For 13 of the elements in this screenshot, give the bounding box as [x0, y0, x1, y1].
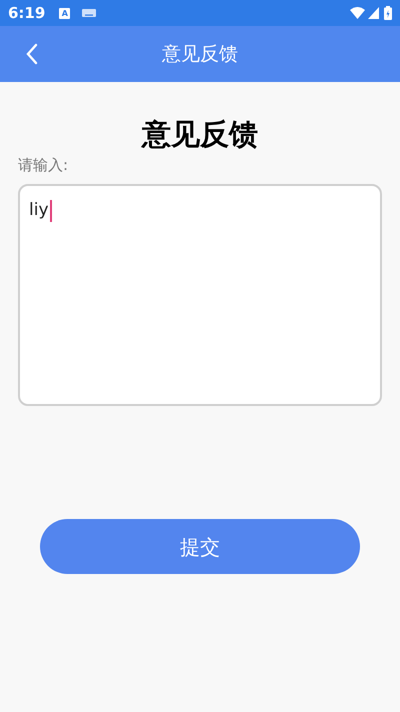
- back-icon: [26, 43, 38, 65]
- field-label: 请输入:: [18, 155, 70, 175]
- app-bar-title: 意见反馈: [162, 42, 238, 67]
- signal-icon: [368, 7, 379, 19]
- battery-icon: [384, 6, 392, 20]
- keyboard-icon: [82, 9, 96, 17]
- status-time: 6:19: [8, 2, 46, 24]
- notification-badge: A: [59, 8, 70, 18]
- feedback-input[interactable]: liy: [18, 184, 382, 406]
- submit-button[interactable]: 提交: [40, 519, 360, 574]
- wifi-icon: [350, 7, 365, 19]
- page-heading: 意见反馈: [140, 116, 259, 153]
- text-cursor: [50, 200, 52, 222]
